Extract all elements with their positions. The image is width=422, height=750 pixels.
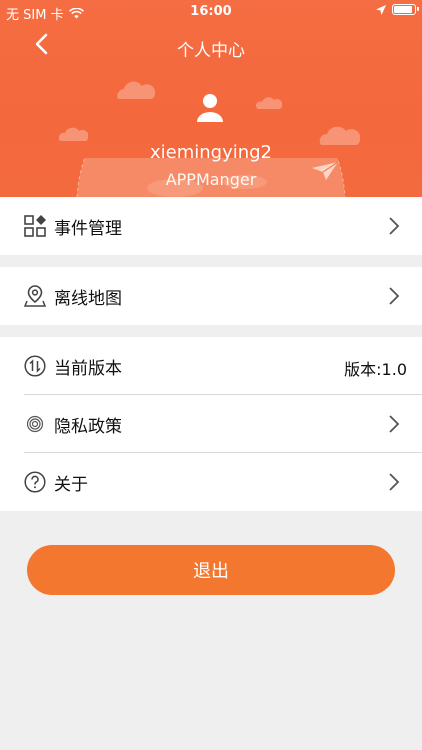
chevron-right-icon	[389, 473, 400, 491]
updown-icon	[24, 355, 46, 377]
status-time: 16:00	[190, 4, 232, 19]
grid-icon	[24, 215, 46, 237]
question-icon	[24, 471, 46, 493]
chevron-right-icon	[389, 217, 400, 235]
version-value: 版本:1.0	[344, 360, 407, 379]
menu-item-label: 隐私政策	[54, 416, 122, 437]
logout-button[interactable]: 退出	[27, 545, 395, 595]
menu-group-map: 离线地图	[0, 267, 422, 325]
menu-item-about[interactable]: 关于	[0, 453, 422, 511]
fingerprint-icon	[24, 413, 46, 435]
menu-item-current-version[interactable]: 当前版本 版本:1.0	[0, 337, 422, 395]
status-bar: 无 SIM 卡 16:00	[0, 0, 422, 24]
battery-icon	[392, 4, 419, 15]
nav-bar: 个人中心	[0, 24, 422, 68]
cloud-decoration	[58, 127, 88, 141]
menu-item-label: 离线地图	[54, 288, 122, 309]
username: xiemingying2	[149, 142, 273, 163]
location-arrow-icon	[376, 4, 386, 15]
menu-item-label: 事件管理	[54, 218, 122, 239]
cloud-decoration	[256, 97, 282, 109]
menu-group-info: 当前版本 版本:1.0 隐私政策 关于	[0, 337, 422, 511]
menu-item-event-management[interactable]: 事件管理	[0, 197, 422, 255]
menu-item-label: 当前版本	[54, 358, 122, 379]
menu-group-events: 事件管理	[0, 197, 422, 255]
menu-item-label: 关于	[54, 474, 88, 495]
menu-item-offline-map[interactable]: 离线地图	[0, 267, 422, 325]
map-pin-icon	[24, 285, 46, 307]
chevron-right-icon	[389, 287, 400, 305]
cloud-decoration	[117, 81, 156, 99]
app-name: APPManger	[165, 170, 257, 189]
menu-item-privacy-policy[interactable]: 隐私政策	[0, 395, 422, 453]
profile-header: 无 SIM 卡 16:00 个人中心 xiemingying2 APPMange…	[0, 0, 422, 197]
chevron-right-icon	[389, 415, 400, 433]
user-avatar-icon[interactable]	[194, 92, 226, 124]
page-title: 个人中心	[177, 41, 245, 61]
